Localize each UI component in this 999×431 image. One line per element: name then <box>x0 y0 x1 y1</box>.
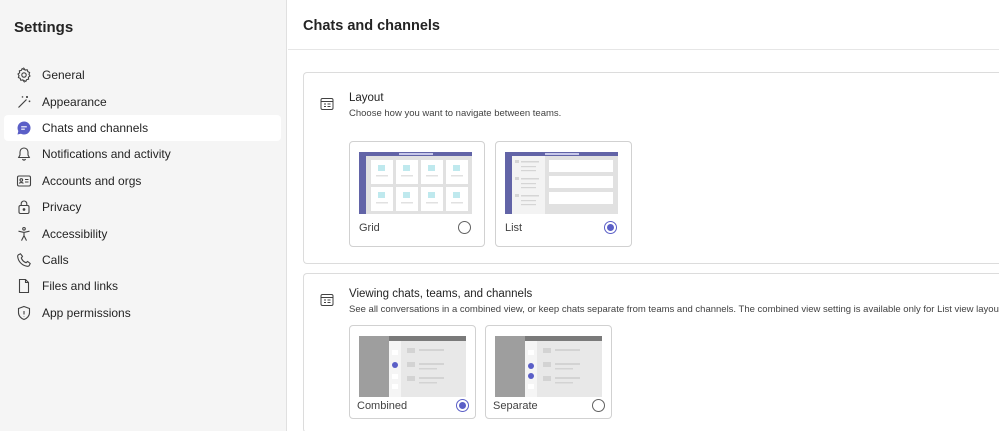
shield-icon <box>16 305 32 321</box>
view-option-separate[interactable]: Separate <box>485 325 612 419</box>
section-description: See all conversations in a combined view… <box>349 304 999 315</box>
combined-view-preview <box>359 336 466 397</box>
layout-option-list[interactable]: List <box>495 141 632 247</box>
list-radio[interactable] <box>604 221 617 234</box>
section-description: Choose how you want to navigate between … <box>349 108 562 119</box>
sidebar-item-accessibility[interactable]: Accessibility <box>4 220 281 246</box>
grid-radio[interactable] <box>458 221 471 234</box>
settings-main: Chats and channels Layout Choose how you… <box>288 0 999 431</box>
list-layout-preview <box>505 152 618 214</box>
main-header: Chats and channels <box>288 0 999 50</box>
chat-bubble-icon <box>16 120 32 136</box>
separate-radio[interactable] <box>592 399 605 412</box>
option-label: Separate <box>493 400 538 412</box>
sidebar-item-privacy[interactable]: Privacy <box>4 194 281 220</box>
sidebar-item-label: Notifications and activity <box>42 147 171 162</box>
section-title: Layout <box>349 92 384 104</box>
magic-wand-icon <box>16 94 32 110</box>
lock-icon <box>16 199 32 215</box>
sidebar-item-label: Calls <box>42 252 69 267</box>
sidebar-item-label: App permissions <box>42 305 131 320</box>
document-icon <box>16 278 32 294</box>
sidebar-item-appearance[interactable]: Appearance <box>4 88 281 114</box>
combined-radio[interactable] <box>456 399 469 412</box>
option-label: Combined <box>357 400 408 412</box>
separate-view-preview <box>495 336 602 397</box>
sidebar-item-label: Files and links <box>42 279 119 294</box>
sidebar-item-label: Privacy <box>42 200 82 215</box>
sidebar-item-general[interactable]: General <box>4 62 281 88</box>
layout-icon <box>320 97 334 111</box>
layout-section: Layout Choose how you want to navigate b… <box>303 72 999 264</box>
gear-icon <box>16 67 32 84</box>
sidebar-item-label: Chats and channels <box>42 120 149 135</box>
section-title: Viewing chats, teams, and channels <box>349 288 533 300</box>
sidebar-item-label: General <box>42 68 85 83</box>
sidebar-item-label: Accounts and orgs <box>42 173 142 188</box>
settings-sidebar: Settings General Appearance Chats and ch… <box>0 0 287 431</box>
grid-layout-preview <box>359 152 472 214</box>
sidebar-item-label: Appearance <box>42 94 107 109</box>
option-label: Grid <box>359 222 380 234</box>
page-title: Chats and channels <box>303 18 440 34</box>
sidebar-item-accounts[interactable]: Accounts and orgs <box>4 168 281 194</box>
sidebar-item-calls[interactable]: Calls <box>4 247 281 273</box>
sidebar-item-chats-and-channels[interactable]: Chats and channels <box>4 114 281 142</box>
sidebar-item-files-and-links[interactable]: Files and links <box>4 273 281 299</box>
sidebar-title: Settings <box>14 19 74 36</box>
layout-icon <box>320 293 334 307</box>
layout-option-grid[interactable]: Grid <box>349 141 485 247</box>
phone-icon <box>16 252 32 268</box>
option-label: List <box>505 222 523 234</box>
sidebar-item-notifications[interactable]: Notifications and activity <box>4 141 281 167</box>
viewing-section: Viewing chats, teams, and channels See a… <box>303 273 999 431</box>
bell-icon <box>16 146 32 162</box>
settings-nav: General Appearance Chats and channels No… <box>4 62 281 326</box>
sidebar-item-label: Accessibility <box>42 226 108 241</box>
sidebar-item-app-permissions[interactable]: App permissions <box>4 300 281 326</box>
accessibility-icon <box>16 226 32 242</box>
id-card-icon <box>16 173 32 189</box>
view-option-combined[interactable]: Combined <box>349 325 476 419</box>
